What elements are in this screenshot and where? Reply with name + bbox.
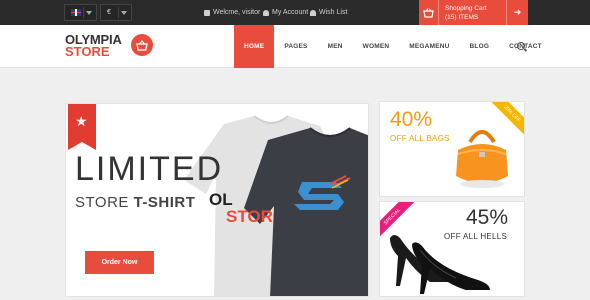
welcome-link[interactable]: Welcme, visitor [204, 9, 260, 16]
promo-heels[interactable]: SPECIAL 45% OFF ALL HELLS [379, 201, 525, 297]
wishlist-text: Wish List [319, 9, 348, 16]
hero-subtitle-bold: T-SHIRT [133, 194, 196, 211]
nav-home[interactable]: HOME [234, 25, 275, 68]
main-nav: HOME PAGES MEN WOMEN MEGAMENU BLOG CONTA… [234, 25, 552, 68]
ribbon-badge: ★ [68, 104, 96, 150]
star-icon: ★ [75, 113, 88, 129]
currency-label: € [107, 9, 111, 16]
nav-women[interactable]: WOMEN [353, 25, 400, 68]
logo[interactable]: OLYMPIA STORE [65, 33, 122, 59]
promo-percent: 45% [466, 206, 509, 229]
promo-bags[interactable]: 20% OFF 40% OFF ALL BAGS [379, 101, 525, 197]
promo-text: OFF ALL BAGS [390, 134, 450, 143]
nav-blog[interactable]: BLOG [460, 25, 500, 68]
nav-contact[interactable]: CONTACT [499, 25, 552, 68]
black-heels-image [390, 235, 490, 294]
hero-subtitle: STORE T-SHIRT [75, 194, 195, 211]
orange-bag-image [456, 130, 508, 188]
my-account-text: My Account [272, 9, 309, 16]
hero-subtitle-light: STORE [75, 194, 134, 211]
basket-icon [419, 0, 439, 25]
nav-men[interactable]: MEN [318, 25, 353, 68]
order-now-button[interactable]: Order Now [85, 251, 154, 274]
promo-percent: 40% [390, 108, 433, 131]
uk-flag-icon [71, 9, 81, 16]
shopping-cart-button[interactable]: Shopping Cart (15) ITEMS ➜ [419, 0, 528, 25]
heart-icon [310, 9, 316, 16]
user-icon [263, 9, 269, 16]
chevron-down-icon [121, 11, 127, 15]
welcome-text: Welcme, visitor [213, 9, 261, 16]
hero-banner[interactable]: ★ OL STOR LIMITED STORE T-SHIRT Order No… [65, 103, 369, 297]
hero-title: LIMITED [75, 150, 224, 188]
chevron-down-icon [86, 11, 92, 15]
shirt-print-text-2: STOR [226, 207, 273, 226]
header: OLYMPIA STORE HOME PAGES MEN WOMEN MEGAM… [0, 25, 590, 68]
my-account-link[interactable]: My Account [263, 9, 308, 16]
logo-line-2: STORE [65, 44, 110, 59]
cart-count: (15) ITEMS [445, 13, 479, 21]
search-icon[interactable] [517, 42, 525, 50]
nav-megamenu[interactable]: MEGAMENU [399, 25, 459, 68]
logo-basket-icon [131, 34, 153, 56]
lock-icon [204, 9, 210, 16]
top-bar: € Welcme, visitor My Account Wish List S… [0, 0, 590, 25]
nav-pages[interactable]: PAGES [274, 25, 317, 68]
wishlist-link[interactable]: Wish List [310, 9, 347, 16]
cart-title: Shopping Cart [445, 4, 487, 12]
language-select[interactable] [64, 4, 97, 21]
arrow-right-icon[interactable]: ➜ [506, 0, 528, 25]
currency-select[interactable]: € [100, 4, 132, 21]
